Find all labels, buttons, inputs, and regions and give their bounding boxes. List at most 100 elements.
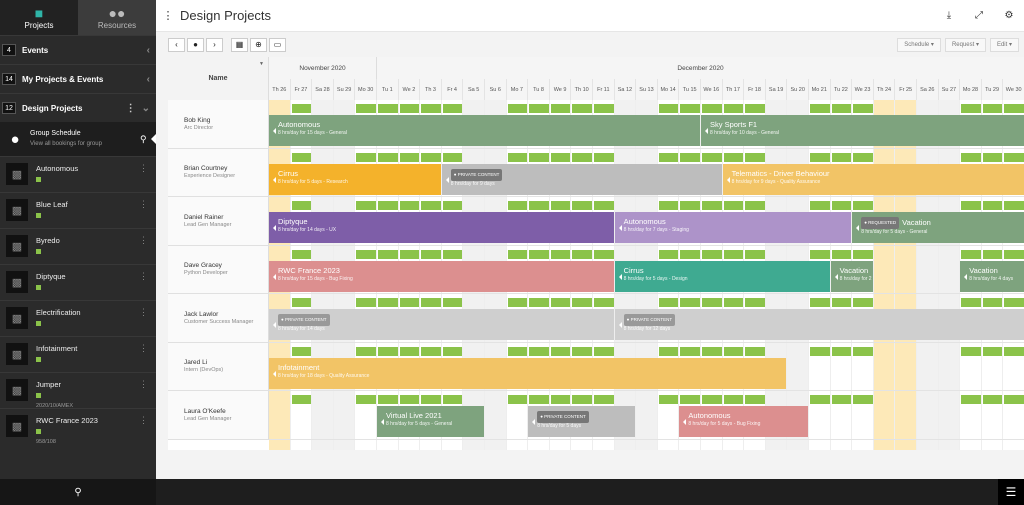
monitor-icon[interactable]: ▭ bbox=[269, 37, 286, 52]
menu-kebab-icon[interactable]: ⋮ bbox=[156, 9, 180, 22]
zoom-icon[interactable]: ⊕ bbox=[250, 37, 267, 52]
sidebar-item[interactable]: ▩ RWC France 2023 958/108 ⋮ bbox=[0, 408, 156, 445]
more-vertical-icon[interactable]: ⋮ bbox=[139, 271, 148, 282]
more-vertical-icon[interactable]: ⋮ bbox=[126, 103, 136, 114]
more-vertical-icon[interactable]: ⋮ bbox=[139, 199, 148, 210]
availability-block bbox=[658, 346, 679, 356]
resource-row-header[interactable]: Jack Lawlor Customer Success Manager bbox=[168, 294, 269, 343]
booking-bar[interactable]: Sky Sports F1 8 hrs/day for 10 days - Gen… bbox=[701, 115, 1024, 146]
sidebar-item[interactable]: ▩ Byredo ⋮ bbox=[0, 228, 156, 264]
section-design-projects[interactable]: 12 Design Projects ⋮ ⌄ bbox=[0, 93, 156, 122]
sidebar-item[interactable]: ▩ Diptyque ⋮ bbox=[0, 264, 156, 300]
booking-title: Diptyque bbox=[278, 217, 308, 226]
resource-row-header[interactable]: Dave Gracey Python Developer bbox=[168, 245, 269, 294]
booking-bar[interactable]: Telematics - Driver Behaviour 8 hrs/day f… bbox=[722, 163, 1024, 195]
booking-bar[interactable]: Cirrus 8 hrs/day for 5 days - Design bbox=[614, 260, 830, 292]
prev-button[interactable]: ‹ bbox=[168, 37, 185, 52]
sidebar-item[interactable]: ▩ Blue Leaf ⋮ bbox=[0, 192, 156, 228]
more-vertical-icon[interactable]: ⋮ bbox=[139, 163, 148, 174]
lock-icon: ● REQUESTED bbox=[861, 217, 900, 229]
availability-block bbox=[1004, 104, 1024, 113]
briefcase-icon: ▩ bbox=[6, 343, 28, 365]
briefcase-icon: ▩ bbox=[6, 271, 28, 293]
schedule-dropdown[interactable]: Schedule ▾ bbox=[897, 37, 941, 52]
sidebar-item[interactable]: ▩ Electrification ⋮ bbox=[0, 300, 156, 336]
tab-projects[interactable]: ■ Projects bbox=[0, 0, 78, 35]
next-button[interactable]: › bbox=[206, 37, 223, 52]
booking-bar[interactable]: ● REQUESTED Vacation 8 hrs/day for 5 days … bbox=[852, 212, 1024, 243]
lock-icon: ● PRIVATE CONTENT bbox=[278, 314, 330, 326]
tab-resources-label: Resources bbox=[97, 21, 137, 30]
booking-detail: 8 hrs/day for 15 days - General bbox=[278, 130, 347, 136]
group-schedule[interactable]: ● Group Schedule View all bookings for g… bbox=[0, 122, 156, 156]
row-divider bbox=[269, 244, 1024, 246]
availability-block bbox=[658, 298, 679, 307]
name-column-header[interactable]: Name ▼ bbox=[168, 57, 269, 100]
booking-bar[interactable]: Vacation 8 hrs/day for 4 days bbox=[960, 260, 1024, 292]
request-dropdown[interactable]: Request ▾ bbox=[944, 37, 986, 52]
more-vertical-icon[interactable]: ⋮ bbox=[139, 343, 148, 354]
resource-row-header[interactable]: Bob King Arc Director bbox=[168, 100, 269, 149]
resource-row-header[interactable]: Daniel Rainer Lead Gen Manager bbox=[168, 197, 269, 246]
more-vertical-icon[interactable]: ⋮ bbox=[139, 307, 148, 318]
booking-bar[interactable]: ● PRIVATE CONTENT 8 hrs/day for 9 days bbox=[441, 163, 722, 195]
booking-bar[interactable]: Autonomous 8 hrs/day for 15 days - Genera… bbox=[269, 115, 700, 146]
more-vertical-icon[interactable]: ⋮ bbox=[139, 235, 148, 246]
availability-block bbox=[594, 104, 614, 113]
resource-row-header[interactable]: Laura O'Keefe Lead Gen Manager bbox=[168, 391, 269, 440]
booking-bar[interactable]: ● PRIVATE CONTENT 8 hrs/day for 14 days bbox=[269, 309, 614, 340]
sidebar-item[interactable]: ▩ Infotainment ⋮ bbox=[0, 336, 156, 372]
day-header: Tu 15 bbox=[679, 79, 701, 100]
edit-dropdown[interactable]: Edit ▾ bbox=[989, 37, 1019, 52]
more-vertical-icon[interactable]: ⋮ bbox=[139, 415, 148, 426]
hamburger-icon[interactable]: ☰ bbox=[998, 479, 1024, 505]
availability-block bbox=[507, 395, 528, 404]
availability-block bbox=[853, 104, 873, 113]
booking-bar[interactable]: RWC France 2023 8 hrs/day for 15 days - B… bbox=[269, 260, 614, 292]
sidebar-item-text: Infotainment bbox=[36, 343, 139, 365]
tab-resources[interactable]: ●● Resources bbox=[78, 0, 156, 35]
sidebar-item[interactable]: ▩ Jumper 2020/10/AMEX ⋮ bbox=[0, 372, 156, 409]
availability-block bbox=[745, 249, 765, 259]
booking-title: Vacation bbox=[902, 217, 931, 227]
sidebar-item[interactable]: ▩ Autonomous ⋮ bbox=[0, 156, 156, 192]
availability-block bbox=[378, 104, 398, 113]
booking-bar[interactable]: Vacation 8 hrs/day for 2 bbox=[830, 260, 873, 292]
download-icon[interactable]: ⤓ bbox=[934, 10, 964, 21]
availability-block bbox=[378, 298, 398, 307]
section-events[interactable]: 4 Events ‹ bbox=[0, 35, 156, 64]
booking-detail: 8 hrs/day for 5 days - Design bbox=[623, 275, 688, 282]
gear-icon[interactable]: ⚙ bbox=[994, 10, 1024, 21]
today-button[interactable]: ● bbox=[187, 37, 204, 52]
day-header: Fr 4 bbox=[441, 79, 464, 100]
section-my-projects[interactable]: 14 My Projects & Events ‹ bbox=[0, 64, 156, 93]
booking-bar[interactable]: Virtual Live 2021 8 hrs/day for 5 days - … bbox=[377, 406, 484, 437]
booking-badge: PRIVATE CONTENT bbox=[284, 317, 327, 322]
booking-bar[interactable]: Autonomous 8 hrs/day for 7 days - Staging bbox=[614, 212, 852, 243]
booking-bar[interactable]: ● PRIVATE CONTENT 8 hrs/day for 12 days bbox=[614, 309, 1024, 340]
sidebar-item-label: Electrification bbox=[36, 308, 81, 317]
sort-down-icon[interactable]: ▼ bbox=[259, 61, 264, 67]
availability-block bbox=[961, 104, 981, 113]
booking-bar[interactable]: ● PRIVATE CONTENT 8 hrs/day for 5 days bbox=[528, 406, 636, 437]
calendar-icon[interactable]: ▦ bbox=[231, 37, 248, 52]
booking-bar[interactable]: Diptyque 8 hrs/day for 14 days - UX bbox=[269, 212, 614, 243]
more-vertical-icon[interactable]: ⋮ bbox=[139, 379, 148, 390]
fullscreen-icon[interactable]: ⤢ bbox=[964, 10, 994, 21]
resource-row-header[interactable]: Jared Li Intern (DevOps) bbox=[168, 342, 269, 391]
availability-block bbox=[421, 395, 441, 404]
availability-block bbox=[853, 395, 873, 404]
booking-title-line: Infotainment bbox=[278, 363, 786, 373]
search-icon[interactable]: ⚲ bbox=[140, 134, 156, 145]
booking-bar[interactable]: Autonomous 8 hrs/day for 5 days - Bug Fix… bbox=[679, 406, 808, 437]
search-icon[interactable]: ⚲ bbox=[0, 479, 156, 505]
booking-detail: 8 hrs/day for 15 days - Bug Fixing bbox=[278, 275, 353, 282]
lock-icon: ● PRIVATE CONTENT bbox=[623, 314, 676, 326]
day-header: Tu 29 bbox=[981, 79, 1004, 100]
availability-block bbox=[961, 346, 981, 356]
booking-bar[interactable]: Infotainment 8 hrs/day for 18 days - Qual… bbox=[269, 357, 787, 389]
resource-row-header[interactable]: Brian Courtney Experience Designer bbox=[168, 148, 269, 197]
booking-bar[interactable]: Cirrus 8 hrs/day for 5 days - Research bbox=[269, 163, 441, 195]
bottom-bar: ⚲ ☰ bbox=[0, 479, 1024, 505]
booking-title: Infotainment bbox=[278, 362, 320, 372]
